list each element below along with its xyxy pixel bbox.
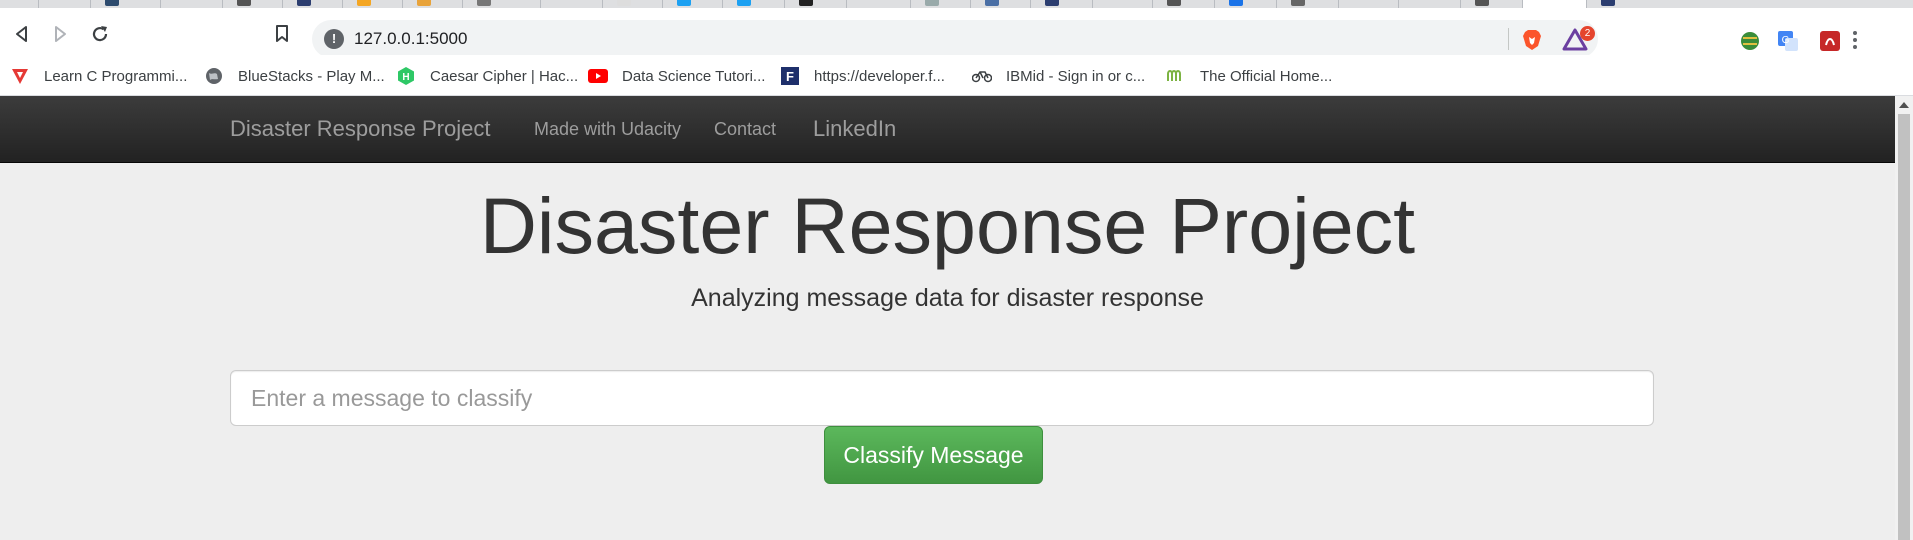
bookmark-item[interactable]: The Official Home... [1166,65,1332,87]
browser-tab[interactable] [784,0,835,8]
bookmark-label: BlueStacks - Play M... [238,67,385,85]
reload-icon [92,26,108,42]
browser-tab[interactable] [662,0,713,8]
bookmark-item[interactable]: Learn C Programmi... [10,65,187,87]
tab-strip [0,0,1913,8]
browser-tab[interactable] [970,0,1021,8]
bookmark-label: Data Science Tutori... [622,67,766,85]
menu-dot [1853,31,1857,35]
page-subtitle: Analyzing message data for disaster resp… [691,284,1204,312]
browser-tab[interactable] [1030,0,1081,8]
bookmark-label: The Official Home... [1200,67,1333,85]
site-info-icon[interactable]: ! [324,29,344,49]
back-button[interactable] [8,20,36,48]
message-input[interactable] [230,370,1654,426]
reload-button[interactable] [86,20,114,48]
bookmark-item[interactable]: BlueStacks - Play M... [204,65,385,87]
nav-link-contact[interactable]: Contact [714,96,776,162]
url-text[interactable]: 127.0.0.1:5000 [354,20,467,58]
site-navbar: Disaster Response Project Made with Udac… [0,96,1895,163]
browser-tab[interactable] [160,0,211,8]
bookmark-item[interactable]: F https://developer.f... [780,65,945,87]
classify-message-button[interactable]: Classify Message [824,426,1043,484]
youtube-icon [588,66,608,86]
menu-dot [1853,38,1857,42]
bookmark-page-button[interactable] [268,20,296,48]
scrollbar-thumb[interactable] [1898,114,1910,540]
forward-button[interactable] [46,20,74,48]
pdf-extension-icon[interactable] [1818,29,1842,53]
browser-tab[interactable] [90,0,141,8]
rewards-count-badge: 2 [1580,26,1595,41]
mm-logo-icon [1166,66,1186,86]
bookmark-item[interactable]: H Caesar Cipher | Hac... [396,65,578,87]
page-title: Disaster Response Project [479,181,1416,270]
hackerrank-icon: H [396,66,416,86]
svg-text:G: G [1782,35,1790,46]
bookmark-label: https://developer.f... [814,67,945,85]
scroll-up-arrow-icon[interactable] [1899,102,1909,108]
omnibox-divider [1508,28,1509,50]
ibm-bike-icon [972,66,992,86]
browser-tab[interactable] [1338,0,1389,8]
bookmark-item[interactable]: Data Science Tutori... [588,65,765,87]
f-square-icon: F [780,66,800,86]
nav-link-udacity[interactable]: Made with Udacity [534,96,681,162]
page-scrollbar[interactable] [1895,96,1913,540]
browser-tab[interactable] [722,0,773,8]
browser-tab[interactable] [1214,0,1265,8]
tutorial-v-icon [10,66,30,86]
browser-tab[interactable] [1152,0,1203,8]
nav-link-linkedin[interactable]: LinkedIn [813,96,896,162]
bookmark-icon [276,25,288,42]
browser-tab[interactable] [282,0,333,8]
browser-toolbar: ! 127.0.0.1:5000 2 G [0,8,1913,58]
google-translate-icon[interactable]: G [1776,29,1800,53]
svg-text:F: F [786,69,794,84]
browser-tab[interactable] [910,0,961,8]
bookmark-label: IBMid - Sign in or c... [1006,67,1146,85]
menu-dot [1853,45,1857,49]
browser-tab[interactable] [846,0,897,8]
browser-menu-button[interactable] [1846,28,1864,50]
browser-tab[interactable] [1398,0,1449,8]
back-arrow-icon [16,26,27,42]
navbar-brand[interactable]: Disaster Response Project [230,96,490,162]
browser-tab[interactable] [222,0,273,8]
globe-icon [204,66,224,86]
bookmark-label: Caesar Cipher | Hac... [430,67,579,85]
browser-tab[interactable] [1092,0,1143,8]
browser-tab[interactable] [1276,0,1327,8]
brave-shields-icon[interactable] [1520,28,1544,52]
bookmark-item[interactable]: IBMid - Sign in or c... [972,65,1145,87]
forward-arrow-icon [55,26,66,42]
browser-tab[interactable] [540,0,591,8]
ext-globe-icon[interactable] [1738,29,1762,53]
bookmarks-bar: Learn C Programmi... BlueStacks - Play M… [0,55,1913,96]
active-tab[interactable] [1522,0,1587,8]
browser-tab[interactable] [1586,0,1637,8]
browser-tab[interactable] [1460,0,1511,8]
browser-tab[interactable] [38,0,89,8]
page-viewport: Disaster Response Project Made with Udac… [0,96,1895,540]
browser-tab[interactable] [602,0,653,8]
browser-tab[interactable] [462,0,513,8]
bookmark-label: Learn C Programmi... [44,67,188,85]
browser-tab[interactable] [342,0,393,8]
address-bar[interactable]: ! 127.0.0.1:5000 2 [312,20,1598,58]
svg-text:H: H [402,72,409,83]
browser-tab[interactable] [402,0,453,8]
